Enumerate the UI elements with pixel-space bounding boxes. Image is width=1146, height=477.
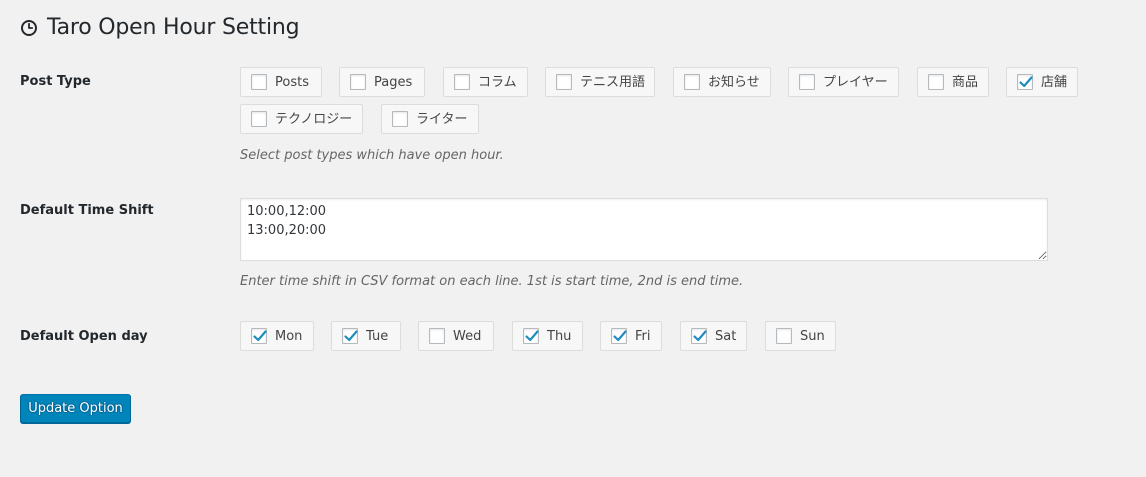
checkbox-label: 商品: [952, 74, 979, 90]
checkbox[interactable]: [251, 111, 267, 127]
checkbox-label: 店舗: [1041, 74, 1068, 90]
checkbox[interactable]: [799, 74, 815, 90]
post-type-checkbox-posts[interactable]: Posts: [240, 67, 322, 97]
post-type-checkbox-column[interactable]: コラム: [443, 67, 528, 97]
checkbox-label: テクノロジー: [275, 111, 353, 127]
checkbox[interactable]: [776, 328, 792, 344]
checkbox-label: コラム: [478, 74, 517, 90]
checkbox-label: Tue: [366, 328, 389, 344]
open-day-checkbox-mon[interactable]: Mon: [240, 321, 314, 351]
checkmark-icon: [525, 330, 539, 342]
post-type-checkbox-technology[interactable]: テクノロジー: [240, 104, 363, 134]
checkbox[interactable]: [928, 74, 944, 90]
checkmark-icon: [613, 330, 627, 342]
checkbox-label: Thu: [547, 328, 572, 344]
post-type-checkbox-product[interactable]: 商品: [917, 67, 989, 97]
checkbox-label: Wed: [453, 328, 482, 344]
time-shift-description: Enter time shift in CSV format on each l…: [240, 274, 744, 289]
checkbox-label: テニス用語: [580, 74, 646, 90]
checkbox[interactable]: [684, 74, 700, 90]
post-type-checkbox-pages[interactable]: Pages: [339, 67, 425, 97]
checkbox-label: ライター: [416, 111, 468, 127]
page-title: Taro Open Hour Setting: [47, 14, 300, 40]
checkbox-label: Mon: [275, 328, 303, 344]
checkbox-label: Pages: [374, 74, 413, 90]
update-option-button[interactable]: Update Option: [20, 394, 131, 423]
checkmark-icon: [253, 330, 267, 342]
checkbox[interactable]: [454, 74, 470, 90]
post-type-label: Post Type: [20, 74, 91, 89]
checkbox[interactable]: [251, 74, 267, 90]
checkbox-label: Sun: [800, 328, 825, 344]
open-day-checkbox-fri[interactable]: Fri: [600, 321, 662, 351]
open-day-checkbox-sat[interactable]: Sat: [680, 321, 747, 351]
checkbox[interactable]: [392, 111, 408, 127]
checkbox-label: Fri: [635, 328, 651, 344]
post-type-checkbox-writer[interactable]: ライター: [381, 104, 479, 134]
open-day-checkbox-thu[interactable]: Thu: [512, 321, 583, 351]
checkbox-checked[interactable]: [691, 328, 707, 344]
checkmark-icon: [344, 330, 358, 342]
checkbox-checked[interactable]: [251, 328, 267, 344]
clock-icon: [20, 19, 38, 37]
checkbox-checked[interactable]: [523, 328, 539, 344]
checkbox-label: Posts: [275, 74, 309, 90]
post-type-checkbox-player[interactable]: プレイヤー: [788, 67, 899, 97]
checkbox-label: Sat: [715, 328, 737, 344]
checkmark-icon: [693, 330, 707, 342]
post-type-checkbox-tennis-terms[interactable]: テニス用語: [545, 67, 655, 97]
open-day-checkbox-tue[interactable]: Tue: [331, 321, 401, 351]
time-shift-label: Default Time Shift: [20, 203, 154, 218]
checkbox-label: プレイヤー: [823, 74, 888, 90]
open-day-label: Default Open day: [20, 329, 148, 344]
checkbox-label: お知らせ: [708, 74, 760, 90]
checkmark-icon: [1019, 76, 1033, 88]
post-type-checkbox-store[interactable]: 店舗: [1006, 67, 1078, 97]
checkbox[interactable]: [429, 328, 445, 344]
post-type-checkbox-news[interactable]: お知らせ: [673, 67, 771, 97]
page-header: Taro Open Hour Setting: [20, 12, 300, 42]
time-shift-textarea[interactable]: 10:00,12:00 13:00,20:00: [240, 198, 1048, 261]
open-day-checkbox-wed[interactable]: Wed: [418, 321, 494, 351]
post-type-description: Select post types which have open hour.: [240, 148, 504, 163]
open-day-checkbox-sun[interactable]: Sun: [765, 321, 836, 351]
checkbox[interactable]: [556, 74, 572, 90]
checkbox-checked[interactable]: [611, 328, 627, 344]
checkbox-checked[interactable]: [1017, 74, 1033, 90]
checkbox[interactable]: [350, 74, 366, 90]
checkbox-checked[interactable]: [342, 328, 358, 344]
